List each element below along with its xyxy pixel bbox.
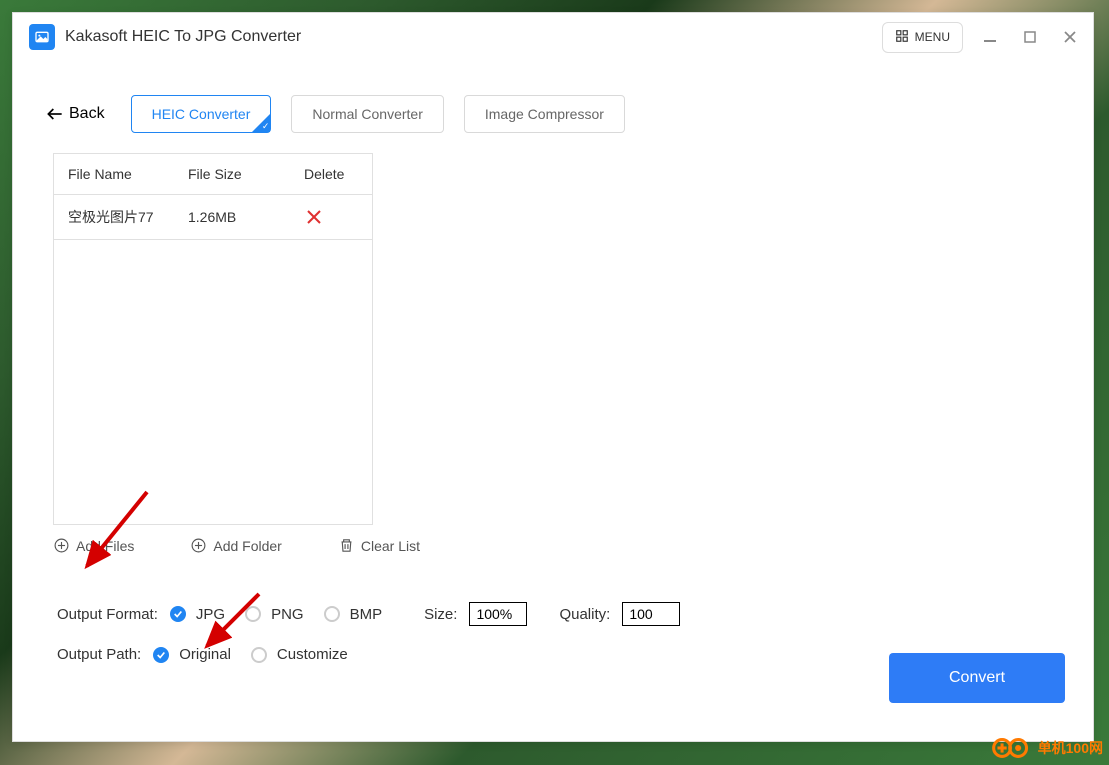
delete-row-button[interactable] [306,209,322,225]
title-bar: Kakasoft HEIC To JPG Converter MENU [13,13,1093,61]
col-header-delete: Delete [298,166,358,182]
radio-label-original[interactable]: Original [179,646,231,663]
quality-input[interactable] [622,602,680,626]
tab-label: Image Compressor [485,106,604,122]
options-panel: Output Format: JPG PNG BMP Size: Quality… [13,554,1093,663]
file-table-header: File Name File Size Delete [54,154,372,195]
file-table-empty-area [54,240,372,524]
plus-circle-icon [190,537,207,554]
app-window: Kakasoft HEIC To JPG Converter MENU Back… [12,12,1094,742]
radio-label-jpg[interactable]: JPG [196,606,225,623]
app-title: Kakasoft HEIC To JPG Converter [65,28,301,46]
radio-format-png[interactable] [245,606,261,622]
arrow-left-icon [45,104,65,124]
menu-button[interactable]: MENU [882,22,963,53]
close-button[interactable] [1063,30,1077,44]
radio-path-customize[interactable] [251,647,267,663]
menu-label: MENU [915,30,950,44]
trash-icon [338,537,355,554]
quality-label: Quality: [559,606,610,623]
add-files-button[interactable]: Add Files [53,537,134,554]
tab-label: Normal Converter [312,106,422,122]
menu-grid-icon [895,29,909,46]
tab-normal-converter[interactable]: Normal Converter [291,95,443,133]
clear-list-button[interactable]: Clear List [338,537,420,554]
output-format-row: Output Format: JPG PNG BMP Size: Quality… [57,602,1049,626]
table-row: 空极光图片77 1.26MB [54,195,372,240]
app-icon [29,24,55,50]
file-table: File Name File Size Delete 空极光图片77 1.26M… [53,153,373,525]
tab-heic-converter[interactable]: HEIC Converter ✓ [131,95,272,133]
radio-format-bmp[interactable] [324,606,340,622]
tabs-row: Back HEIC Converter ✓ Normal Converter I… [13,61,1093,153]
minimize-button[interactable] [983,30,997,44]
convert-button[interactable]: Convert [889,653,1065,703]
add-files-label: Add Files [76,538,134,554]
check-icon: ✓ [262,121,270,132]
back-button[interactable]: Back [45,104,105,124]
tab-image-compressor[interactable]: Image Compressor [464,95,625,133]
radio-label-png[interactable]: PNG [271,606,304,623]
size-input[interactable] [469,602,527,626]
plus-circle-icon [53,537,70,554]
file-actions: Add Files Add Folder Clear List [13,525,1093,554]
window-controls [983,30,1077,44]
output-format-label: Output Format: [57,606,158,623]
radio-path-original[interactable] [153,647,169,663]
file-name-cell: 空极光图片77 [68,207,188,227]
size-label: Size: [424,606,457,623]
maximize-button[interactable] [1023,30,1037,44]
add-folder-label: Add Folder [213,538,281,554]
close-icon [306,209,322,225]
col-header-size: File Size [188,166,298,182]
tab-label: HEIC Converter [152,106,251,122]
radio-label-bmp[interactable]: BMP [350,606,383,623]
back-label: Back [69,105,105,123]
clear-list-label: Clear List [361,538,420,554]
output-path-label: Output Path: [57,646,141,663]
col-header-name: File Name [68,166,188,182]
file-size-cell: 1.26MB [188,209,298,225]
add-folder-button[interactable]: Add Folder [190,537,281,554]
radio-label-customize[interactable]: Customize [277,646,348,663]
radio-format-jpg[interactable] [170,606,186,622]
